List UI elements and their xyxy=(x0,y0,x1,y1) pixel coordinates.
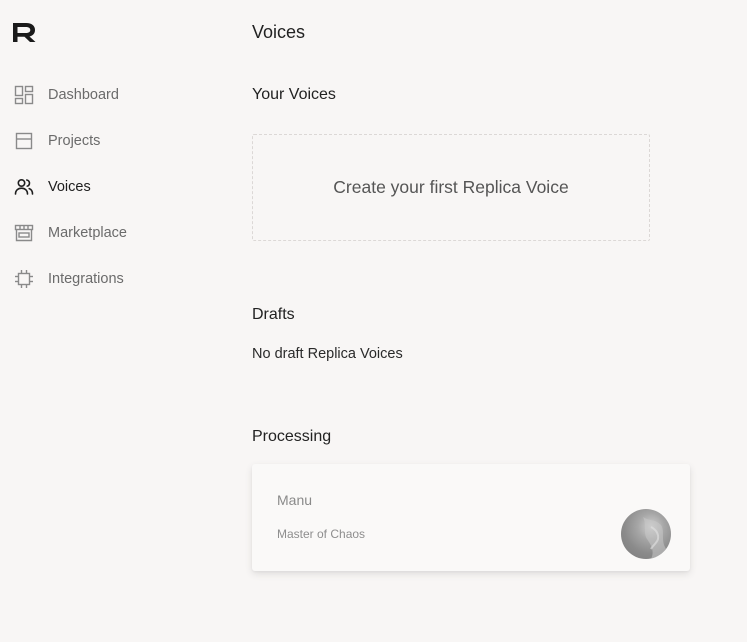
drafts-empty-text: No draft Replica Voices xyxy=(252,346,403,362)
processing-heading: Processing xyxy=(252,428,332,445)
sidebar-item-projects[interactable]: Projects xyxy=(14,130,100,152)
sidebar-item-voices[interactable]: Voices xyxy=(14,176,91,198)
voice-name: Manu xyxy=(277,492,313,508)
dashboard-grid-icon xyxy=(14,85,34,105)
sidebar-item-marketplace[interactable]: Marketplace xyxy=(14,222,127,244)
users-icon xyxy=(14,177,34,197)
page-title: Voices xyxy=(252,22,306,42)
voice-avatar xyxy=(621,509,671,559)
sidebar-item-label: Projects xyxy=(48,133,101,149)
sidebar-item-label: Voices xyxy=(48,179,91,195)
create-voice-button[interactable]: Create your first Replica Voice xyxy=(252,134,650,241)
sidebar-item-label: Integrations xyxy=(48,271,124,287)
sidebar-item-label: Marketplace xyxy=(48,225,127,241)
storefront-icon xyxy=(14,223,34,243)
drafts-heading: Drafts xyxy=(252,306,295,323)
replica-logo-icon[interactable] xyxy=(11,21,39,43)
sidebar-item-label: Dashboard xyxy=(48,87,119,103)
voice-card[interactable]: Manu Master of Chaos xyxy=(252,464,690,571)
sidebar-item-dashboard[interactable]: Dashboard xyxy=(14,84,119,106)
your-voices-heading: Your Voices xyxy=(252,86,336,103)
voice-description: Master of Chaos xyxy=(277,527,366,541)
sidebar-item-integrations[interactable]: Integrations xyxy=(14,268,124,290)
projects-panel-icon xyxy=(14,131,34,151)
create-voice-label: Create your first Replica Voice xyxy=(333,177,569,197)
chip-icon xyxy=(14,269,34,289)
